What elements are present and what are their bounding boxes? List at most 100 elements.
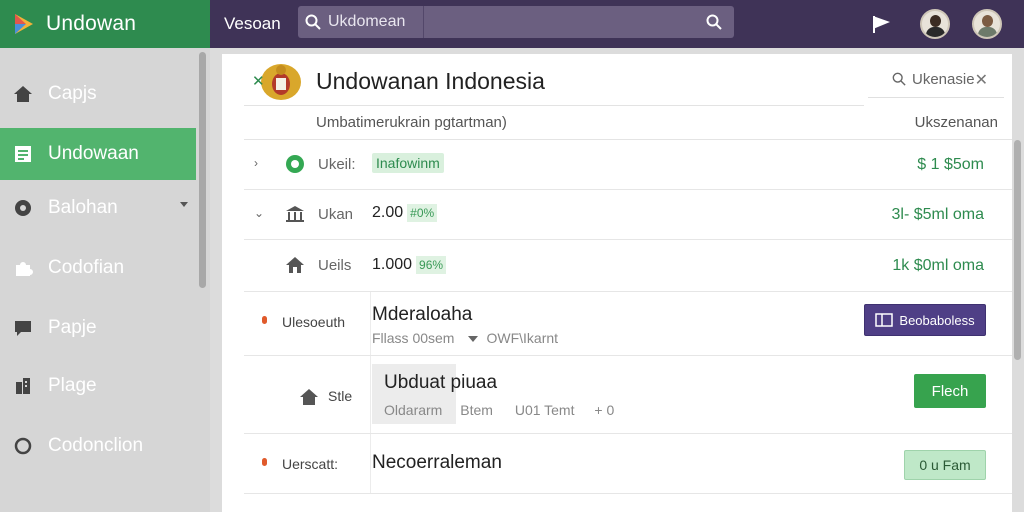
- search-icon: [298, 6, 328, 38]
- sidebar-item-label: Codonclion: [48, 435, 144, 456]
- sidebar-item-label: Undowaan: [48, 143, 139, 164]
- detail-action-button[interactable]: Beobaboless: [864, 304, 986, 336]
- sidebar-item-codofian[interactable]: Codofian: [0, 242, 196, 294]
- sidebar-item-balohan[interactable]: Balohan: [0, 182, 196, 234]
- detail-meta: Oldararm Btem U01 Temt + 0: [384, 402, 614, 418]
- whatsapp-icon: [284, 153, 306, 175]
- detail-title: Necoerraleman: [372, 452, 502, 473]
- sidebar-scrollbar[interactable]: [199, 52, 206, 288]
- panel-search[interactable]: Ukenasie ✕: [868, 62, 1004, 98]
- chevron-right-icon[interactable]: ›: [254, 156, 258, 170]
- detail-meta: Fllass 00sem OWF\Ikarnt: [372, 330, 558, 346]
- house-icon: [298, 386, 320, 408]
- row-amount: 1k $0ml oma: [892, 257, 984, 274]
- top-bar: Vesoan: [210, 0, 1024, 48]
- list-item[interactable]: Stle Ubduat piuaa Oldararm Btem U01 Temt…: [244, 356, 1012, 434]
- topbar-title: Vesoan: [224, 14, 281, 33]
- user-avatar[interactable]: [920, 9, 950, 39]
- sidebar-item-label: Papje: [48, 317, 97, 338]
- detail-label: Uerscatt:: [282, 456, 339, 472]
- row-value: 2.00: [372, 204, 404, 221]
- sidebar-item-papje[interactable]: Papje: [0, 302, 196, 354]
- puzzle-icon: [12, 257, 34, 279]
- divider: [370, 292, 371, 355]
- status-dot-icon: [262, 316, 267, 324]
- button-label: Beobaboless: [899, 312, 975, 328]
- top-actions: [868, 0, 1024, 48]
- chat-icon: [12, 317, 34, 339]
- page-header: ✕ Undowanan Indonesia: [244, 58, 864, 106]
- list-item[interactable]: Ulesoeuth Mderaloaha Fllass 00sem OWF\Ika…: [244, 292, 1012, 356]
- percent-badge: #0%: [407, 204, 438, 222]
- status-badge: Inafowinm: [372, 153, 444, 173]
- detail-label: Stle: [328, 388, 353, 404]
- list-icon: [12, 143, 34, 165]
- brand-name: Undowan: [46, 12, 137, 35]
- main-panel: ✕ Undowanan Indonesia Ukenasie ✕ Umbatim…: [222, 54, 1012, 512]
- detail-action-button[interactable]: 0 u Fam: [904, 450, 986, 480]
- detail-meta-2: Btem: [460, 402, 493, 418]
- garuda-emblem-icon: [261, 63, 301, 100]
- detail-meta-1: Oldararm: [384, 402, 443, 418]
- sidebar-item-undowaan[interactable]: Undowaan: [0, 128, 196, 180]
- table-row[interactable]: › Ukeil: Inafowinm $ 1 $5om: [244, 140, 1012, 190]
- sidebar-item-label: Plage: [48, 375, 97, 396]
- search-input[interactable]: [328, 13, 428, 31]
- main-scrollbar[interactable]: [1014, 140, 1021, 360]
- row-label: Ukan: [318, 206, 354, 223]
- second-avatar[interactable]: [972, 9, 1002, 39]
- sidebar-item-plage[interactable]: Plage: [0, 360, 196, 412]
- sidebar-item-label: Codofian: [48, 257, 125, 278]
- play-flag-icon[interactable]: [868, 11, 894, 37]
- columns-icon: [875, 313, 894, 327]
- row-value: 1.000: [372, 256, 413, 273]
- divider: [370, 434, 371, 493]
- panel-search-text: Ukenasie: [912, 71, 975, 88]
- house-icon: [284, 254, 306, 276]
- search-bar[interactable]: [298, 6, 734, 38]
- subheader: Umbatimerukrain pgtartman) Ukszenanan: [244, 106, 1012, 140]
- detail-meta-1: Fllass 00sem: [372, 330, 455, 346]
- list-item[interactable]: Uerscatt: Necoerraleman 0 u Fam: [244, 434, 1012, 494]
- sidebar-item-codonclion[interactable]: Codonclion: [0, 420, 196, 472]
- subheader-right: Ukszenanan: [914, 114, 998, 131]
- row-label: Ukeil:: [318, 156, 356, 173]
- home-icon: [12, 83, 34, 105]
- expand-caret-icon[interactable]: [180, 202, 188, 207]
- sidebar-item-label: Capjs: [48, 83, 97, 104]
- detail-meta-4: + 0: [594, 402, 615, 418]
- sidebar: Capjs Undowaan Balohan Codofian Papje Pl…: [0, 48, 210, 512]
- detail-title: Mderaloaha: [372, 304, 473, 325]
- row-amount: 3l- $5ml oma: [891, 206, 984, 223]
- detail-action-button[interactable]: Flech: [914, 374, 986, 408]
- brand-logo-icon: [15, 14, 33, 34]
- table-row[interactable]: Ueils 1.000 96% 1k $0ml oma: [244, 240, 1012, 292]
- percent-badge: 96%: [416, 256, 447, 274]
- sidebar-item-label: Balohan: [48, 197, 118, 218]
- close-icon[interactable]: ✕: [252, 72, 265, 90]
- bank-icon: [284, 203, 306, 225]
- detail-label: Ulesoeuth: [282, 314, 346, 330]
- row-value-group: 2.00 #0%: [372, 204, 438, 222]
- sidebar-item-capjs[interactable]: Capjs: [0, 68, 196, 120]
- globe-icon: [12, 435, 34, 457]
- search-submit-icon[interactable]: [706, 14, 722, 35]
- page-title: Undowanan Indonesia: [316, 68, 545, 94]
- settings-icon: [12, 197, 34, 219]
- table-row[interactable]: ⌄ Ukan 2.00 #0% 3l- $5ml oma: [244, 190, 1012, 240]
- subheader-left: Umbatimerukrain pgtartman): [316, 114, 507, 131]
- detail-meta-3: U01 Temt: [514, 402, 575, 418]
- detail-title: Ubduat piuaa: [384, 372, 498, 393]
- dropdown-triangle-icon[interactable]: [468, 336, 479, 342]
- row-value-group: 1.000 96%: [372, 256, 447, 274]
- row-amount: $ 1 $5om: [917, 156, 984, 173]
- search-icon: [892, 72, 906, 90]
- divider: [370, 356, 371, 433]
- chevron-down-icon[interactable]: ⌄: [254, 206, 264, 220]
- search-divider: [423, 6, 424, 38]
- brand-bar: Undowan: [0, 0, 210, 48]
- close-icon[interactable]: ✕: [975, 70, 988, 90]
- status-dot-icon: [262, 458, 267, 466]
- building-icon: [12, 375, 34, 397]
- detail-meta-2: OWF\Ikarnt: [486, 330, 559, 346]
